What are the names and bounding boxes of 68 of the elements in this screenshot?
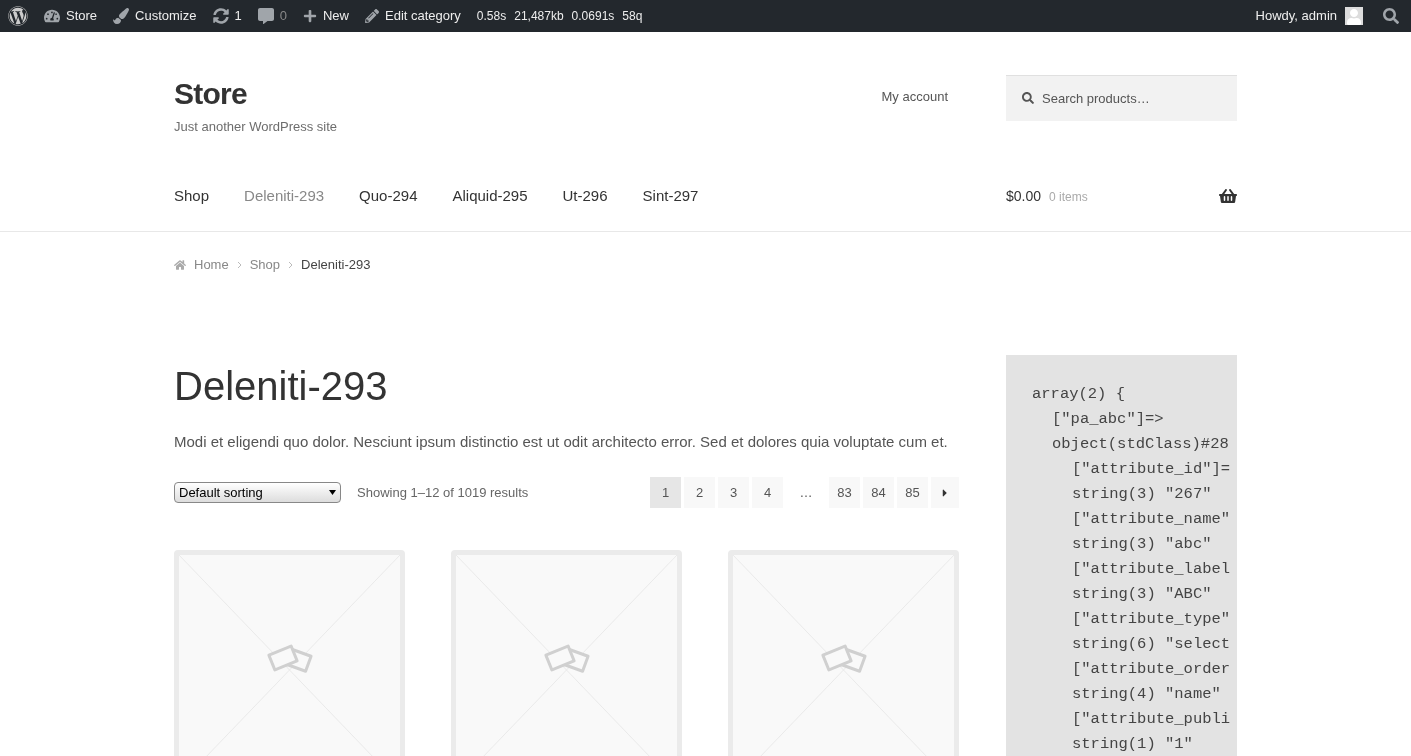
code-line: ["attribute_id"]=	[1072, 458, 1231, 480]
admin-bar-item[interactable]: Edit category	[357, 0, 469, 32]
search-icon	[1022, 92, 1034, 104]
code-line: ["attribute_publi	[1072, 708, 1231, 730]
pagination-ellipsis: …	[798, 483, 814, 502]
page-link[interactable]: 4	[752, 477, 783, 508]
code-line: object(stdClass)#28	[1052, 433, 1229, 455]
cart-link[interactable]: $0.00 0 items	[1006, 185, 1237, 207]
comment-icon	[257, 8, 274, 24]
code-line: string(1) "1"	[1072, 733, 1193, 755]
admin-bar-item[interactable]: 1	[204, 0, 250, 32]
code-line: string(4) "name"	[1072, 683, 1221, 705]
code-line: ["attribute_order	[1072, 658, 1231, 680]
nav-link[interactable]: Sint-297	[642, 184, 699, 208]
nav-link[interactable]: Deleniti-293	[244, 184, 325, 208]
code-line: array(2) {	[1032, 383, 1125, 405]
code-line: string(6) "select	[1072, 633, 1231, 655]
page-title: Deleniti-293	[174, 362, 389, 410]
category-description: Modi et eligendi quo dolor. Nesciunt ipsum distinctio est ut odit architecto error. Sed et dolores quia voluptate cum et.	[174, 431, 949, 452]
sorting-select[interactable]: Default sorting	[174, 482, 341, 503]
admin-bar-item[interactable]: Store	[36, 0, 106, 32]
breadcrumb-item[interactable]: Shop	[249, 255, 281, 275]
brush-icon	[113, 8, 130, 24]
page-link[interactable]: 85	[897, 477, 928, 508]
chevron-icon	[288, 260, 294, 269]
code-line: string(3) "abc"	[1072, 533, 1212, 555]
page-link[interactable]: 1	[650, 477, 681, 508]
search-icon[interactable]	[1383, 8, 1399, 24]
code-line: ["attribute_label	[1072, 558, 1231, 580]
result-count: Showing 1–12 of 1019 results	[357, 483, 529, 502]
breadcrumb-item: Deleniti-293	[301, 256, 371, 274]
performance-stat[interactable]: 21,487kb	[514, 7, 564, 25]
page-link[interactable]: 2	[684, 477, 715, 508]
home-icon	[174, 258, 186, 271]
basket-icon	[1219, 187, 1237, 205]
site-title[interactable]: Store	[174, 75, 338, 113]
site-tagline: Just another WordPress site	[174, 117, 338, 136]
performance-stat[interactable]: 0.58s	[476, 7, 507, 25]
refresh-icon	[212, 8, 229, 24]
page-link[interactable]: 83	[829, 477, 860, 508]
page-link[interactable]: 84	[863, 477, 894, 508]
chevron-icon	[236, 260, 242, 269]
next-page-button[interactable]	[931, 477, 959, 508]
gauge-icon	[44, 8, 60, 24]
code-line: ["attribute_name"	[1072, 508, 1231, 530]
nav-link[interactable]: Aliquid-295	[452, 184, 528, 208]
nav-link[interactable]: Ut-296	[562, 184, 608, 208]
avatar-icon	[1345, 7, 1363, 25]
breadcrumb-item[interactable]: Home	[194, 255, 229, 275]
wordpress-logo-icon[interactable]	[8, 6, 28, 26]
code-line: string(3) "ABC"	[1072, 583, 1212, 605]
nav-link[interactable]: Quo-294	[359, 184, 418, 208]
performance-stat[interactable]: 58q	[622, 7, 643, 25]
performance-stat[interactable]: 0.0691s	[571, 7, 615, 25]
pencil-icon	[365, 9, 379, 23]
admin-bar-item[interactable]: New	[294, 0, 357, 32]
search-field[interactable]: Search products…	[1006, 75, 1237, 121]
caret-icon	[329, 490, 336, 495]
admin-bar-item[interactable]: Customize	[105, 0, 205, 32]
page-link[interactable]: 3	[718, 477, 749, 508]
code-line: ["attribute_type"	[1072, 608, 1231, 630]
nav-link[interactable]: Shop	[174, 184, 210, 208]
code-line: ["pa_abc"]=>	[1052, 408, 1164, 430]
account-menu[interactable]: Howdy, admin	[1247, 0, 1371, 32]
my-account-link[interactable]: My account	[881, 87, 948, 107]
plus-icon	[302, 9, 317, 23]
code-line: string(3) "267"	[1072, 483, 1212, 505]
admin-bar-item[interactable]: 0	[249, 0, 295, 32]
